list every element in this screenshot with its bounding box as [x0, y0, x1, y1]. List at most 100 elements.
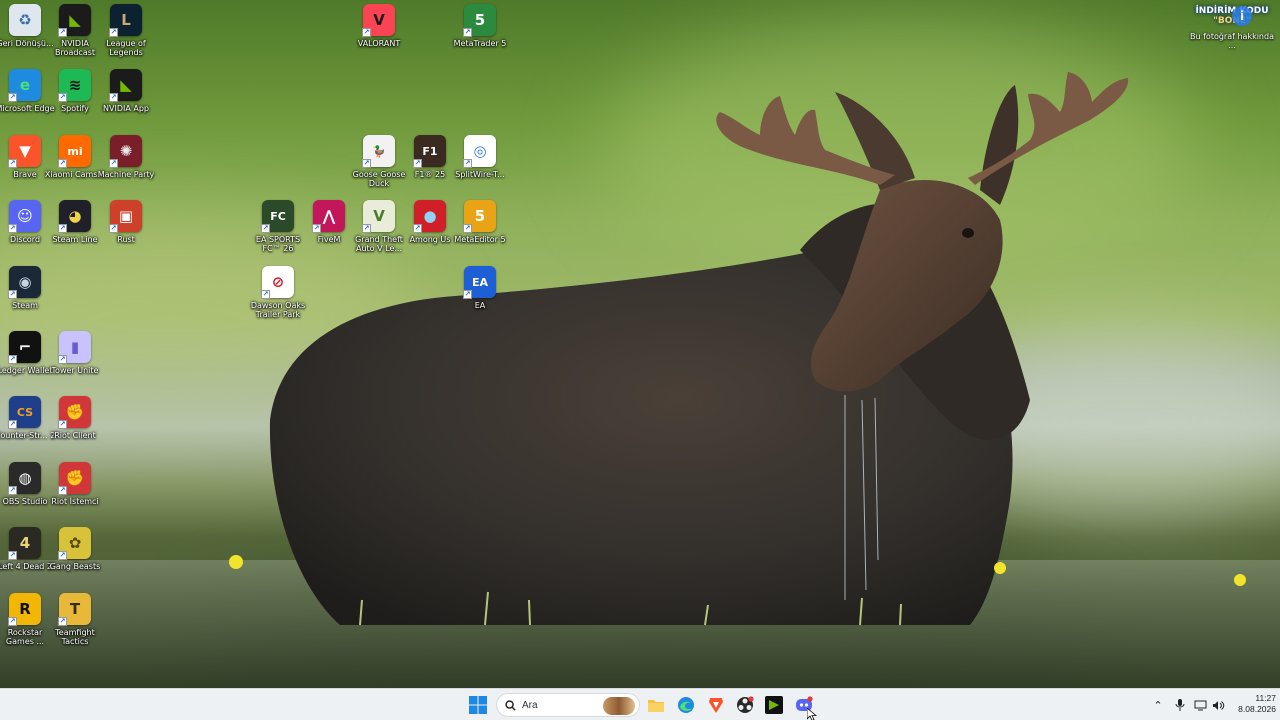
- desktop-icon-riot-client[interactable]: ✊ ↗ Riot Client: [48, 396, 102, 458]
- app-icon: ◣ ↗: [109, 69, 142, 102]
- app-icon: ▼ ↗: [8, 135, 41, 168]
- desktop-icon-spotify[interactable]: ≋ ↗ Spotify: [48, 69, 102, 131]
- desktop-icon-teamfight-tactics[interactable]: T ↗ Teamfight Tactics: [48, 593, 102, 655]
- shortcut-arrow-icon: ↗: [109, 93, 118, 102]
- shortcut-arrow-icon: ↗: [58, 28, 67, 37]
- taskbar-file-explorer[interactable]: [644, 693, 668, 717]
- desktop-icon-machine-party[interactable]: ✺ ↗ Machine Party: [98, 135, 154, 197]
- volume-icon[interactable]: [1211, 698, 1225, 712]
- app-icon: ♻: [9, 4, 41, 36]
- desktop-icon-nvidia-broadcast[interactable]: ◣ ↗ NVIDIA Broadcast: [48, 4, 102, 66]
- desktop-icon-label: Riot İstemci: [51, 497, 99, 506]
- desktop-icon-league-of-legends[interactable]: L ↗ League of Legends: [99, 4, 153, 66]
- show-hidden-icons-chevron-icon[interactable]: ⌃: [1151, 698, 1165, 712]
- desktop-icon-label: EA: [474, 301, 486, 310]
- shortcut-arrow-icon: ↗: [463, 224, 472, 233]
- desktop-icon-label: Tower Unite: [51, 366, 99, 375]
- shortcut-arrow-icon: ↗: [58, 93, 67, 102]
- desktop-icon-brave[interactable]: ▼ ↗ Brave: [0, 135, 52, 197]
- app-icon: ✺ ↗: [109, 135, 142, 168]
- desktop-icon-ea-sports-fc-26[interactable]: FC ↗ EA SPORTS FC™ 26: [251, 200, 305, 262]
- taskbar-search[interactable]: Ara: [496, 693, 640, 717]
- desktop-icon-left-4-dead-2[interactable]: 4 ↗ Left 4 Dead 2: [0, 527, 52, 589]
- moose-photo: [0, 72, 1280, 688]
- app-icon: ◣ ↗: [58, 4, 91, 37]
- app-icon: e ↗: [8, 69, 41, 102]
- app-icon: ⌐ ↗: [8, 331, 41, 364]
- app-icon: 🦆 ↗: [362, 135, 395, 168]
- shortcut-arrow-icon: ↗: [463, 159, 472, 168]
- shortcut-arrow-icon: ↗: [58, 355, 67, 364]
- mouse-cursor-icon: [807, 708, 817, 720]
- desktop-icon-ea[interactable]: EA ↗ EA: [453, 266, 507, 328]
- shortcut-arrow-icon: ↗: [58, 159, 67, 168]
- desktop-icon-ledger-wallet[interactable]: ⌐ ↗ Ledger Wallet: [0, 331, 52, 393]
- shortcut-arrow-icon: ↗: [8, 551, 17, 560]
- shortcut-arrow-icon: ↗: [8, 290, 17, 299]
- network-icon[interactable]: [1193, 698, 1207, 712]
- desktop-icon-label: Riot Client: [54, 431, 96, 440]
- desktop-icon-grand-theft-auto-v-le[interactable]: V ↗ Grand Theft Auto V Le...: [352, 200, 406, 262]
- start-button[interactable]: [466, 693, 490, 717]
- app-icon: ▣ ↗: [109, 200, 142, 233]
- info-icon[interactable]: i: [1232, 6, 1252, 26]
- desktop-icon-label: League of Legends: [106, 39, 146, 57]
- app-icon: 5 ↗: [463, 4, 496, 37]
- desktop-icon-nvidia-app[interactable]: ◣ ↗ NVIDIA App: [99, 69, 153, 131]
- search-placeholder: Ara: [522, 699, 538, 711]
- desktop-icon-splitwire-t[interactable]: ◎ ↗ SplitWire-T...: [453, 135, 507, 197]
- taskbar-clock[interactable]: 11:27 8.08.2026: [1226, 693, 1276, 715]
- nvidia-icon: [765, 696, 783, 714]
- desktop-icon-valorant[interactable]: V ↗ VALORANT: [352, 4, 406, 66]
- desktop-icon-steam-line[interactable]: ◕ ↗ Steam Line: [48, 200, 102, 262]
- shortcut-arrow-icon: ↗: [109, 159, 118, 168]
- taskbar-obs[interactable]: [733, 693, 757, 717]
- desktop-icon-goose-goose-duck[interactable]: 🦆 ↗ Goose Goose Duck: [352, 135, 406, 197]
- brave-icon: [709, 698, 723, 713]
- desktop-icon-dawson-oaks-trailer-park[interactable]: ⊘ ↗ Dawson Oaks Trailer Park: [251, 266, 305, 328]
- taskbar-nvidia[interactable]: [762, 693, 786, 717]
- app-icon: ▮ ↗: [58, 331, 91, 364]
- shortcut-arrow-icon: ↗: [413, 159, 422, 168]
- app-icon: 5 ↗: [463, 200, 496, 233]
- desktop-icon-steam[interactable]: ◉ ↗ Steam: [0, 266, 52, 328]
- app-icon: CS ↗: [8, 396, 41, 429]
- desktop-icon-label: Dawson Oaks Trailer Park: [250, 301, 306, 319]
- shortcut-arrow-icon: ↗: [261, 224, 270, 233]
- shortcut-arrow-icon: ↗: [8, 420, 17, 429]
- desktop-wallpaper: [0, 0, 1280, 688]
- desktop-icon-metatrader-5[interactable]: 5 ↗ MetaTrader 5: [453, 4, 507, 66]
- shortcut-arrow-icon: ↗: [8, 159, 17, 168]
- desktop-icon-counter-str-2[interactable]: CS ↗ Counter-Str... 2: [0, 396, 55, 458]
- desktop-icon-f1-25[interactable]: F1 ↗ F1® 25: [403, 135, 457, 197]
- desktop-icon-riot-i-stemci[interactable]: ✊ ↗ Riot İstemci: [48, 462, 102, 524]
- app-icon: ✊ ↗: [58, 462, 91, 495]
- desktop-icon-metaeditor-5[interactable]: 5 ↗ MetaEditor 5: [453, 200, 507, 262]
- shortcut-arrow-icon: ↗: [463, 28, 472, 37]
- desktop-icon-obs-studio[interactable]: ◍ ↗ OBS Studio: [0, 462, 52, 524]
- desktop-icon-xiaomi-cams[interactable]: mi ↗ Xiaomi Cams...: [45, 135, 105, 197]
- wallpaper-promo[interactable]: i İNDİRİM KODU "BONE" Bu fotoğraf hakkın…: [1190, 6, 1274, 60]
- desktop-icon-label: VALORANT: [357, 39, 401, 48]
- desktop-icon-gang-beasts[interactable]: ✿ ↗ Gang Beasts: [48, 527, 102, 589]
- shortcut-arrow-icon: ↗: [58, 551, 67, 560]
- desktop-icon-microsoft-edge[interactable]: e ↗ Microsoft Edge: [0, 69, 55, 131]
- desktop-icon-tower-unite[interactable]: ▮ ↗ Tower Unite: [48, 331, 102, 393]
- desktop-icon-label: Teamfight Tactics: [55, 628, 95, 646]
- search-icon: [505, 699, 516, 711]
- taskbar-edge[interactable]: [674, 693, 698, 717]
- shortcut-arrow-icon: ↗: [413, 224, 422, 233]
- taskbar-brave[interactable]: [704, 693, 728, 717]
- desktop-icon-rust[interactable]: ▣ ↗ Rust: [99, 200, 153, 262]
- microphone-icon[interactable]: [1173, 698, 1187, 712]
- app-icon: F1 ↗: [413, 135, 446, 168]
- desktop-icon-discord[interactable]: ☺ ↗ Discord: [0, 200, 52, 262]
- desktop-icon-among-us[interactable]: ● ↗ Among Us: [403, 200, 457, 262]
- shortcut-arrow-icon: ↗: [58, 617, 67, 626]
- about-photo-caption[interactable]: Bu fotoğraf hakkında ...: [1190, 32, 1274, 50]
- shortcut-arrow-icon: ↗: [362, 224, 371, 233]
- desktop-icon-label: MetaTrader 5: [453, 39, 507, 48]
- app-icon: ● ↗: [413, 200, 446, 233]
- app-icon: EA ↗: [463, 266, 496, 299]
- desktop-icon-label: Steam: [12, 301, 38, 310]
